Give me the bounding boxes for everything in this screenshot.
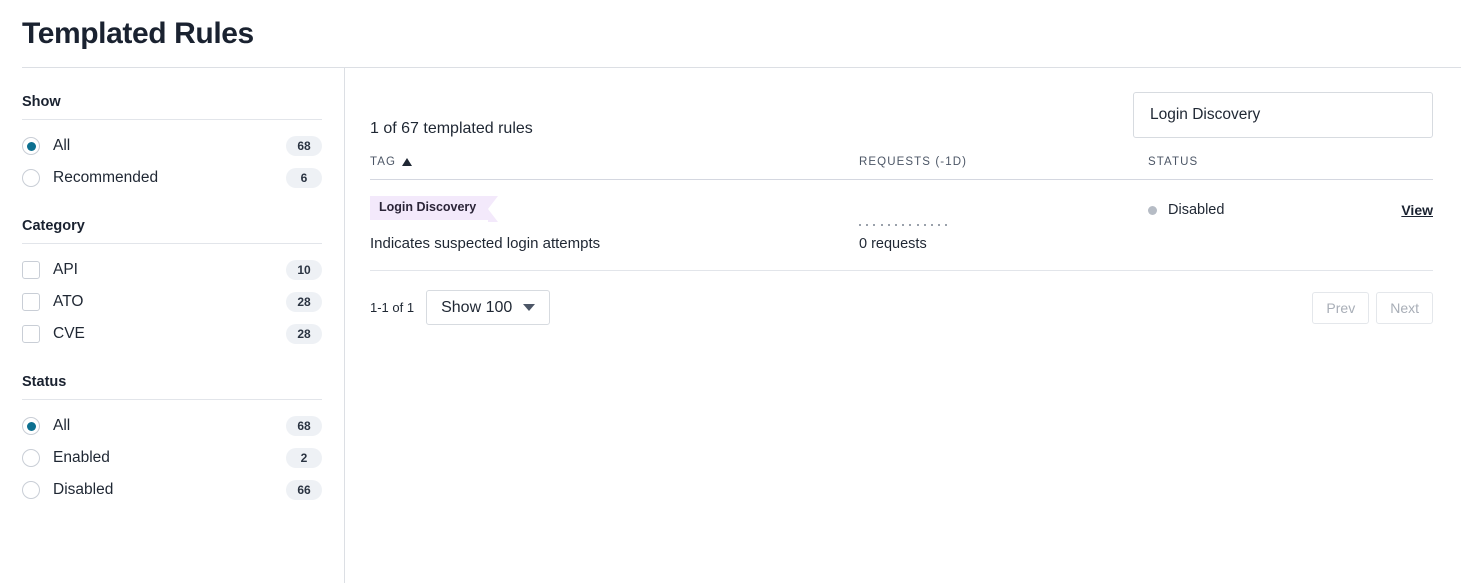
checkbox-icon-category-cve[interactable] [22,325,40,343]
sparkline-point [945,224,947,226]
facet-show: Show All 68 Recommended 6 [22,94,322,194]
column-header-requests: REQUESTS (-1D) [859,156,1148,168]
prev-page-button[interactable]: Prev [1312,292,1369,324]
rule-description: Indicates suspected login attempts [370,235,859,252]
main-content: 1 of 67 templated rules TAG REQUESTS (-1… [345,68,1483,583]
filter-option-status-disabled[interactable]: Disabled 66 [22,474,322,506]
sparkline-point [931,224,933,226]
facet-status: Status All 68 Enabled 2 Disabled 66 [22,374,322,506]
filter-label: Disabled [53,481,286,499]
sparkline-point [895,224,897,226]
count-badge: 2 [286,448,322,468]
main-toolbar: 1 of 67 templated rules [370,92,1433,150]
filter-sidebar: Show All 68 Recommended 6 Category API 1… [0,68,345,583]
radio-icon-show-all[interactable] [22,137,40,155]
filter-option-category-api[interactable]: API 10 [22,254,322,286]
sparkline-point [873,224,875,226]
filter-option-category-ato[interactable]: ATO 28 [22,286,322,318]
filter-option-status-enabled[interactable]: Enabled 2 [22,442,322,474]
filter-option-status-all[interactable]: All 68 [22,410,322,442]
sparkline-point [881,224,883,226]
count-badge: 68 [286,136,322,156]
pagination-range: 1-1 of 1 [370,300,414,315]
count-badge: 28 [286,292,322,312]
sparkline-point [924,224,926,226]
radio-icon-status-disabled[interactable] [22,481,40,499]
cell-status: Disabled View [1148,196,1433,218]
radio-icon-status-all[interactable] [22,417,40,435]
facet-title-category: Category [22,218,322,243]
next-page-button[interactable]: Next [1376,292,1433,324]
facet-category: Category API 10 ATO 28 CVE 28 [22,218,322,350]
cell-tag: Login Discovery Indicates suspected logi… [370,196,859,252]
filter-label: All [53,137,286,155]
pagination: 1-1 of 1 Show 100 Prev Next [370,290,1433,325]
table-row[interactable]: Login Discovery Indicates suspected logi… [370,180,1433,271]
rules-table: TAG REQUESTS (-1D) STATUS Login Discover… [370,150,1433,271]
radio-icon-status-enabled[interactable] [22,449,40,467]
page-size-dropdown[interactable]: Show 100 [426,290,550,325]
facet-title-status: Status [22,374,322,399]
requests-count: 0 requests [859,236,1148,252]
filter-option-category-cve[interactable]: CVE 28 [22,318,322,350]
sparkline-point [917,224,919,226]
search-input[interactable] [1133,92,1433,138]
count-badge: 6 [286,168,322,188]
filter-option-show-all[interactable]: All 68 [22,130,322,162]
count-badge: 66 [286,480,322,500]
sparkline-point [909,224,911,226]
checkbox-icon-category-ato[interactable] [22,293,40,311]
sparkline-point [866,224,868,226]
result-count: 1 of 67 templated rules [370,92,533,138]
view-link[interactable]: View [1401,202,1433,218]
count-badge: 68 [286,416,322,436]
sparkline-point [859,224,861,226]
page-size-label: Show 100 [441,299,512,317]
radio-icon-show-recommended[interactable] [22,169,40,187]
count-badge: 10 [286,260,322,280]
sort-ascending-icon [402,158,412,166]
status-badge: Disabled [1168,202,1224,218]
page-title: Templated Rules [22,17,254,51]
facet-divider [22,243,322,244]
sparkline-point [888,224,890,226]
sparkline-point [902,224,904,226]
cell-requests: 0 requests [859,196,1148,252]
checkbox-icon-category-api[interactable] [22,261,40,279]
column-header-status: STATUS [1148,156,1433,168]
facet-divider [22,119,322,120]
facet-divider [22,399,322,400]
requests-sparkline [859,220,1148,230]
column-header-tag-label: TAG [370,156,396,168]
count-badge: 28 [286,324,322,344]
tag-badge[interactable]: Login Discovery [370,196,488,220]
page-header: Templated Rules [0,0,1483,67]
body-container: Show All 68 Recommended 6 Category API 1… [0,68,1483,583]
table-header-row: TAG REQUESTS (-1D) STATUS [370,150,1433,180]
filter-label: Enabled [53,449,286,467]
facet-title-show: Show [22,94,322,119]
sparkline-point [938,224,940,226]
filter-label: ATO [53,293,286,311]
filter-option-show-recommended[interactable]: Recommended 6 [22,162,322,194]
chevron-down-icon [523,304,535,311]
status-dot-icon [1148,206,1157,215]
filter-label: All [53,417,286,435]
filter-label: API [53,261,286,279]
filter-label: Recommended [53,169,286,187]
filter-label: CVE [53,325,286,343]
column-header-tag[interactable]: TAG [370,156,859,168]
